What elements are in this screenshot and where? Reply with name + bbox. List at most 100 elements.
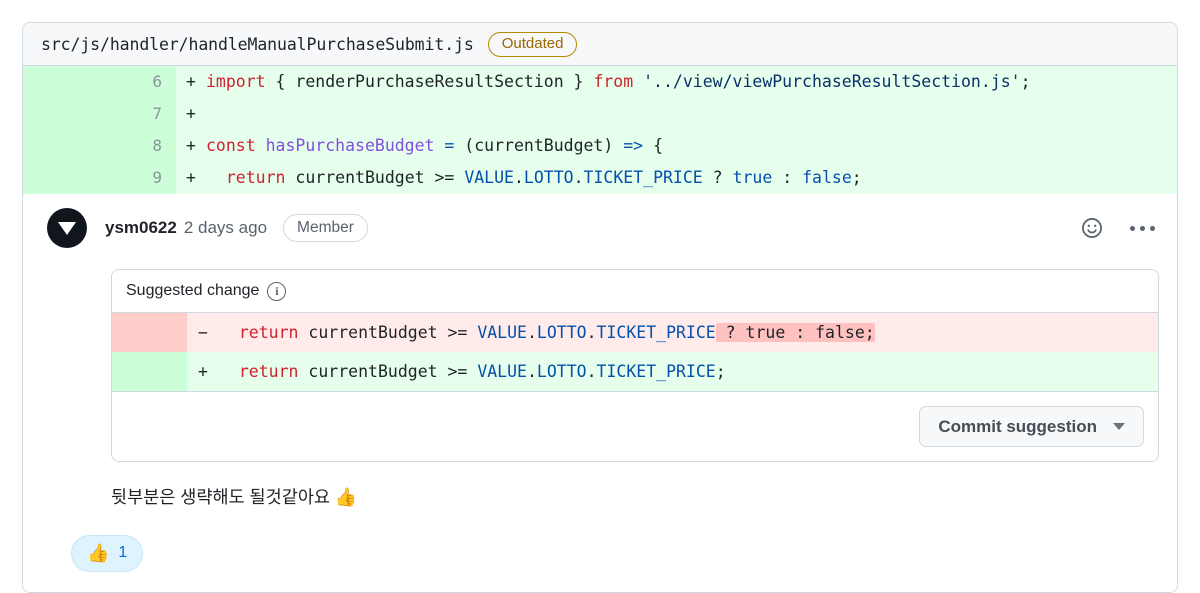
smiley-icon[interactable] [1080, 216, 1104, 240]
code-token: . [513, 168, 524, 187]
code-token: false [802, 168, 852, 187]
diff-line-marker: + [186, 136, 196, 155]
deleted-code: return currentBudget >= VALUE.LOTTO.TICK… [219, 313, 1158, 352]
code-token: currentBudget >= [295, 168, 465, 187]
file-path[interactable]: src/js/handler/handleManualPurchaseSubmi… [41, 35, 474, 54]
outdated-badge: Outdated [487, 31, 578, 57]
deleted-gutter [112, 313, 187, 352]
code-token: LOTTO [523, 168, 574, 187]
diff-line: 9 + return currentBudget >= VALUE.LOTTO.T… [23, 162, 1177, 194]
diff-line-number[interactable]: 8 [23, 130, 176, 162]
code-token: { renderPurchaseResultSection } [275, 72, 594, 91]
code-token: TICKET_PRICE [583, 168, 703, 187]
chevron-down-icon[interactable] [1113, 423, 1125, 430]
thumbs-up-emoji: 👍 [334, 487, 358, 507]
comment-actions [1080, 216, 1155, 240]
comment-text: 뒷부분은 생략해도 될것같아요 [111, 487, 335, 507]
kebab-menu-icon[interactable] [1130, 225, 1155, 231]
comment-author[interactable]: ysm0622 [105, 218, 177, 238]
code-token: ; [1020, 72, 1031, 91]
suggestion-footer: Commit suggestion [112, 391, 1158, 461]
code-token: { [653, 136, 663, 155]
diff-line-marker: + [186, 168, 196, 187]
code-token: VALUE [477, 362, 527, 381]
kebab-dot [1140, 225, 1145, 231]
code-token: ? true : false; [715, 323, 875, 342]
avatar[interactable] [47, 208, 87, 248]
code-token: . [573, 168, 584, 187]
code-token: . [526, 323, 537, 342]
code-token: from [593, 72, 644, 91]
diff-line-code: import { renderPurchaseResultSection } f… [206, 66, 1177, 98]
code-token: : [772, 168, 803, 187]
code-token: LOTTO [536, 362, 587, 381]
info-icon[interactable]: i [267, 281, 287, 301]
comment-header: ysm0622 2 days ago Member [47, 208, 1159, 248]
added-marker: + [198, 362, 208, 381]
review-comment: ysm0622 2 days ago Member Suggested chan… [23, 194, 1177, 593]
code-token: TICKET_PRICE [596, 323, 716, 342]
code-token: const [206, 136, 266, 155]
diff-hunk: 6 + import { renderPurchaseResultSection }… [23, 66, 1177, 194]
comment-timestamp[interactable]: 2 days ago [184, 218, 267, 238]
author-role-badge: Member [283, 213, 368, 243]
code-token: . [586, 362, 597, 381]
code-token: return [238, 323, 309, 342]
suggestion-added-line: + return currentBudget >= VALUE.LOTTO.TI… [112, 352, 1158, 391]
commit-suggestion-button[interactable]: Commit suggestion [919, 406, 1144, 447]
code-token: ; [851, 168, 862, 187]
suggested-change-header: Suggested change i [112, 270, 1158, 313]
code-token: currentBudget >= [308, 362, 478, 381]
diff-line-code: const hasPurchaseBudget = (currentBudget… [206, 130, 1177, 162]
code-token: VALUE [464, 168, 514, 187]
kebab-dot [1150, 225, 1155, 231]
added-gutter [112, 352, 187, 391]
avatar-triangle-icon [58, 222, 76, 235]
diff-line-marker: + [186, 72, 196, 91]
code-token: ? [702, 168, 733, 187]
deleted-marker: − [198, 323, 208, 342]
diff-line-code [206, 98, 1177, 130]
commit-suggestion-label: Commit suggestion [938, 417, 1097, 436]
code-token: import [206, 72, 276, 91]
code-token: => [623, 136, 654, 155]
suggested-change-title: Suggested change [126, 282, 260, 299]
diff-line: 8 + const hasPurchaseBudget = (currentBudg… [23, 130, 1177, 162]
comment-body: 뒷부분은 생략해도 될것같아요 👍 [111, 484, 1159, 511]
diff-line-number[interactable]: 9 [23, 162, 176, 194]
code-token: LOTTO [536, 323, 587, 342]
screenshot-root: src/js/handler/handleManualPurchaseSubmi… [0, 0, 1200, 593]
reactions-bar: 👍 1 [71, 535, 1159, 573]
diff-line: 6 + import { renderPurchaseResultSection }… [23, 66, 1177, 98]
code-token: return [225, 168, 296, 187]
code-token: hasPurchaseBudget [265, 136, 445, 155]
code-token: . [526, 362, 537, 381]
diff-line-code: return currentBudget >= VALUE.LOTTO.TICK… [206, 162, 1177, 194]
suggestion-deleted-line: − return currentBudget >= VALUE.LOTTO.TI… [112, 313, 1158, 352]
code-token: (currentBudget) [464, 136, 624, 155]
code-token: '../view/viewPurchaseResultSection.js' [643, 72, 1021, 91]
file-diff-container: src/js/handler/handleManualPurchaseSubmi… [22, 22, 1178, 593]
kebab-dot [1130, 225, 1135, 231]
reaction-thumbs-up[interactable]: 👍 1 [71, 535, 144, 573]
code-token: TICKET_PRICE [596, 362, 716, 381]
suggestion-diff: − return currentBudget >= VALUE.LOTTO.TI… [112, 313, 1158, 391]
code-token: = [444, 136, 465, 155]
code-token: ; [715, 362, 726, 381]
code-token: . [586, 323, 597, 342]
diff-line: 7 + [23, 98, 1177, 130]
diff-line-number[interactable]: 7 [23, 98, 176, 130]
thumbs-up-icon: 👍 [87, 543, 110, 563]
reaction-count: 1 [118, 544, 128, 562]
code-token: currentBudget >= [308, 323, 478, 342]
code-token: return [238, 362, 309, 381]
code-token: VALUE [477, 323, 527, 342]
diff-line-marker: + [186, 104, 196, 123]
suggested-change-block: Suggested change i − return currentBudge… [111, 269, 1159, 462]
diff-line-number[interactable]: 6 [23, 66, 176, 98]
file-header: src/js/handler/handleManualPurchaseSubmi… [23, 23, 1177, 66]
added-code: return currentBudget >= VALUE.LOTTO.TICK… [219, 352, 1158, 391]
